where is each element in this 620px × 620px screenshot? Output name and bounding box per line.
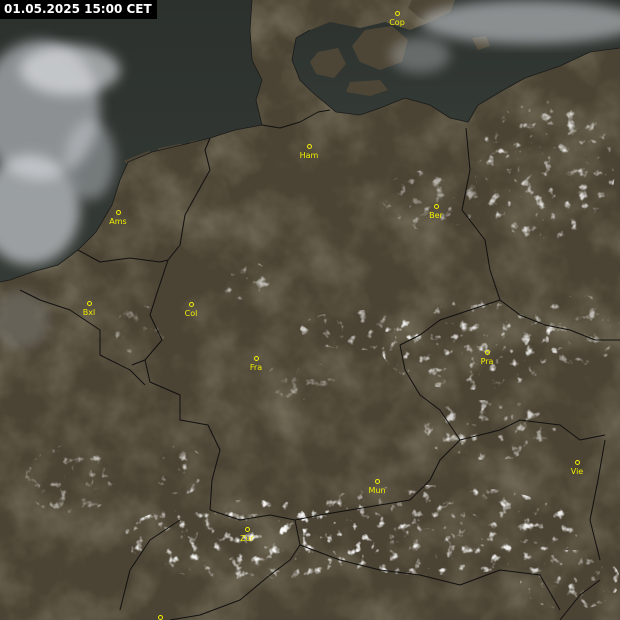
city-label: Ber — [429, 211, 443, 220]
city-dot-icon — [86, 300, 92, 306]
satellite-map[interactable]: 01.05.2025 15:00 CET Cop Ham Ams Ber Bxl… — [0, 0, 620, 620]
city-label: Col — [184, 309, 198, 318]
city-label: Fra — [249, 363, 263, 372]
city-label: Ham — [299, 151, 319, 160]
city-dot-icon — [253, 355, 259, 361]
timestamp-label: 01.05.2025 15:00 CET — [0, 0, 157, 19]
city-dot-icon — [244, 526, 250, 532]
city-label: Bxl — [82, 308, 96, 317]
city-dot-icon — [374, 478, 380, 484]
city-dot-icon — [574, 459, 580, 465]
city-dot-icon — [188, 301, 194, 307]
city-label: Cop — [389, 18, 405, 27]
city-dot-icon — [394, 10, 400, 16]
city-dot-icon — [433, 203, 439, 209]
city-dot-icon — [115, 209, 121, 215]
city-dot-icon — [484, 349, 490, 355]
city-label: Vie — [570, 467, 584, 476]
city-label: Mun — [368, 486, 386, 495]
city-dot-icon — [306, 143, 312, 149]
city-dot-icon — [157, 614, 163, 620]
city-label: Pra — [480, 357, 494, 366]
city-label: Ams — [109, 217, 127, 226]
city-label: Zur — [240, 534, 254, 543]
